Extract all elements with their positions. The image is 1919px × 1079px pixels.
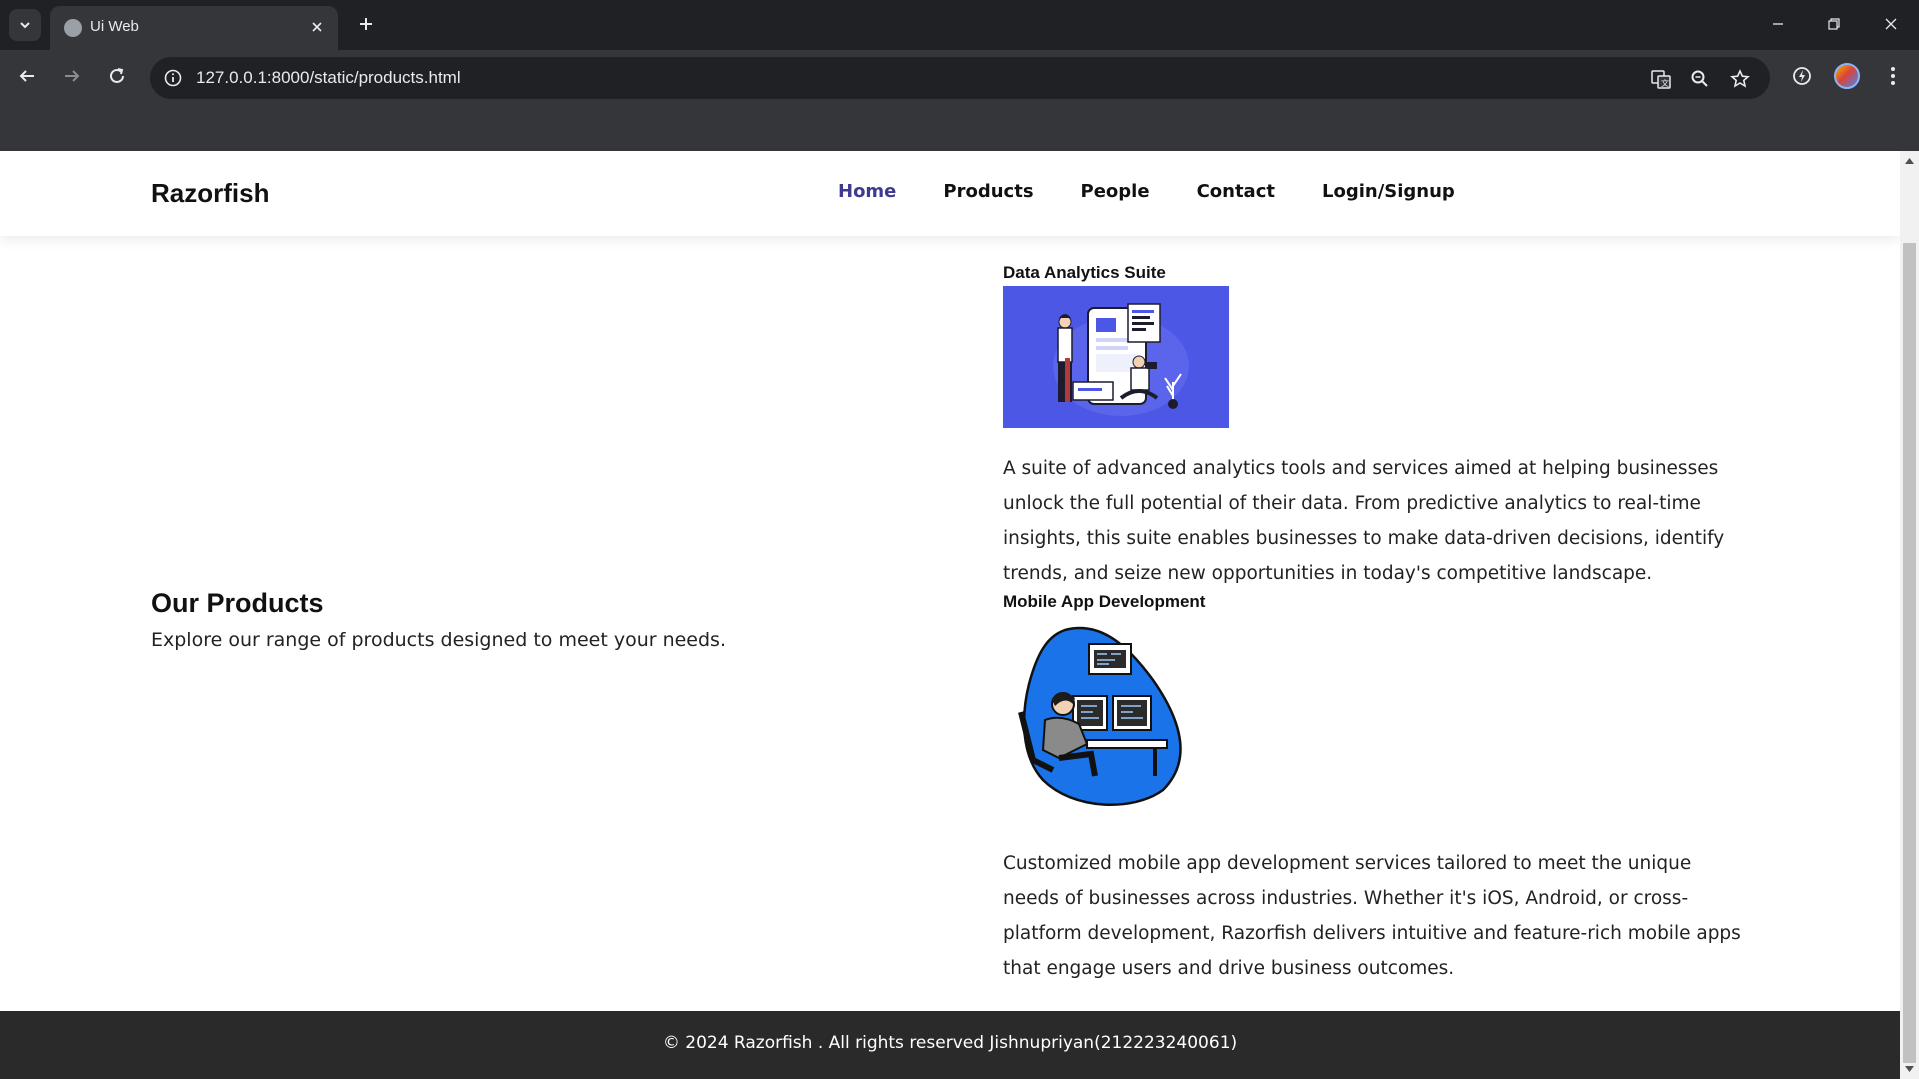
- close-icon: [1885, 18, 1897, 30]
- page-title: Our Products: [151, 588, 324, 618]
- nav-contact[interactable]: Contact: [1197, 181, 1275, 202]
- site-header: Razorfish Home Products People Contact L…: [0, 151, 1900, 236]
- page-scrollbar[interactable]: [1900, 151, 1919, 1079]
- nav-login-signup[interactable]: Login/Signup: [1322, 181, 1455, 202]
- chevron-down-icon: [20, 22, 30, 29]
- nav-products[interactable]: Products: [943, 181, 1033, 202]
- products-intro: Our Products Explore our range of produc…: [151, 588, 971, 651]
- data-analytics-illustration: [1003, 286, 1229, 428]
- arrow-right-icon: [65, 70, 80, 82]
- page-viewport: Razorfish Home Products People Contact L…: [0, 151, 1900, 1079]
- reload-button[interactable]: [101, 60, 133, 92]
- svg-text:文: 文: [1661, 78, 1669, 88]
- scroll-down-arrow-icon[interactable]: [1904, 1063, 1915, 1074]
- scroll-up-arrow-icon[interactable]: [1904, 155, 1915, 166]
- product-description: Customized mobile app development servic…: [1003, 853, 1741, 979]
- back-button[interactable]: [11, 60, 43, 92]
- product-description: A suite of advanced analytics tools and …: [1003, 458, 1725, 584]
- close-window-button[interactable]: [1871, 8, 1911, 40]
- address-bar[interactable]: 127.0.0.1:8000/static/products.html 文: [150, 57, 1770, 99]
- product-card: Data Analytics Suite A suite of advanced…: [1003, 263, 1743, 591]
- product-card: Mobile App Development Customized mobile…: [1003, 592, 1743, 986]
- bookmarks-bar: [0, 102, 1919, 151]
- mobile-development-illustration: [1003, 620, 1203, 810]
- forward-button[interactable]: [56, 60, 88, 92]
- zoom-icon[interactable]: [1687, 66, 1713, 92]
- browser-tab-strip: Ui Web: [0, 0, 1919, 50]
- url-text: 127.0.0.1:8000/static/products.html: [196, 68, 461, 87]
- restore-icon: [1828, 18, 1840, 30]
- reload-icon: [110, 68, 124, 83]
- close-tab-button[interactable]: [306, 16, 328, 38]
- tab-search-button[interactable]: [9, 9, 41, 41]
- bookmark-star-icon[interactable]: [1727, 66, 1753, 92]
- product-name: Mobile App Development: [1003, 592, 1206, 611]
- extension-icon[interactable]: [1787, 61, 1817, 91]
- site-logo[interactable]: Razorfish: [151, 178, 269, 209]
- restore-button[interactable]: [1814, 8, 1854, 40]
- main-nav: Home Products People Contact Login/Signu…: [838, 181, 1502, 202]
- site-footer: © 2024 Razorfish . All rights reserved J…: [0, 1011, 1900, 1079]
- product-name: Data Analytics Suite: [1003, 263, 1166, 282]
- menu-icon[interactable]: [1878, 61, 1908, 91]
- browser-toolbar: 127.0.0.1:8000/static/products.html 文: [0, 50, 1919, 102]
- minimize-icon: [1773, 23, 1783, 25]
- close-icon: [312, 22, 322, 32]
- globe-icon: [64, 19, 82, 37]
- nav-people[interactable]: People: [1081, 181, 1150, 202]
- translate-icon[interactable]: 文: [1648, 66, 1674, 92]
- arrow-left-icon: [19, 70, 34, 82]
- profile-avatar[interactable]: [1834, 63, 1860, 89]
- browser-tab[interactable]: Ui Web: [50, 6, 338, 50]
- site-info-icon[interactable]: [162, 67, 184, 89]
- footer-text: © 2024 Razorfish . All rights reserved J…: [662, 1033, 1238, 1053]
- minimize-button[interactable]: [1758, 8, 1798, 40]
- new-tab-button[interactable]: [352, 10, 380, 38]
- plus-icon: [360, 18, 372, 30]
- page-subtitle: Explore our range of products designed t…: [151, 629, 727, 651]
- nav-home[interactable]: Home: [838, 181, 896, 202]
- scrollbar-thumb[interactable]: [1903, 243, 1916, 1063]
- tab-title: Ui Web: [90, 18, 139, 35]
